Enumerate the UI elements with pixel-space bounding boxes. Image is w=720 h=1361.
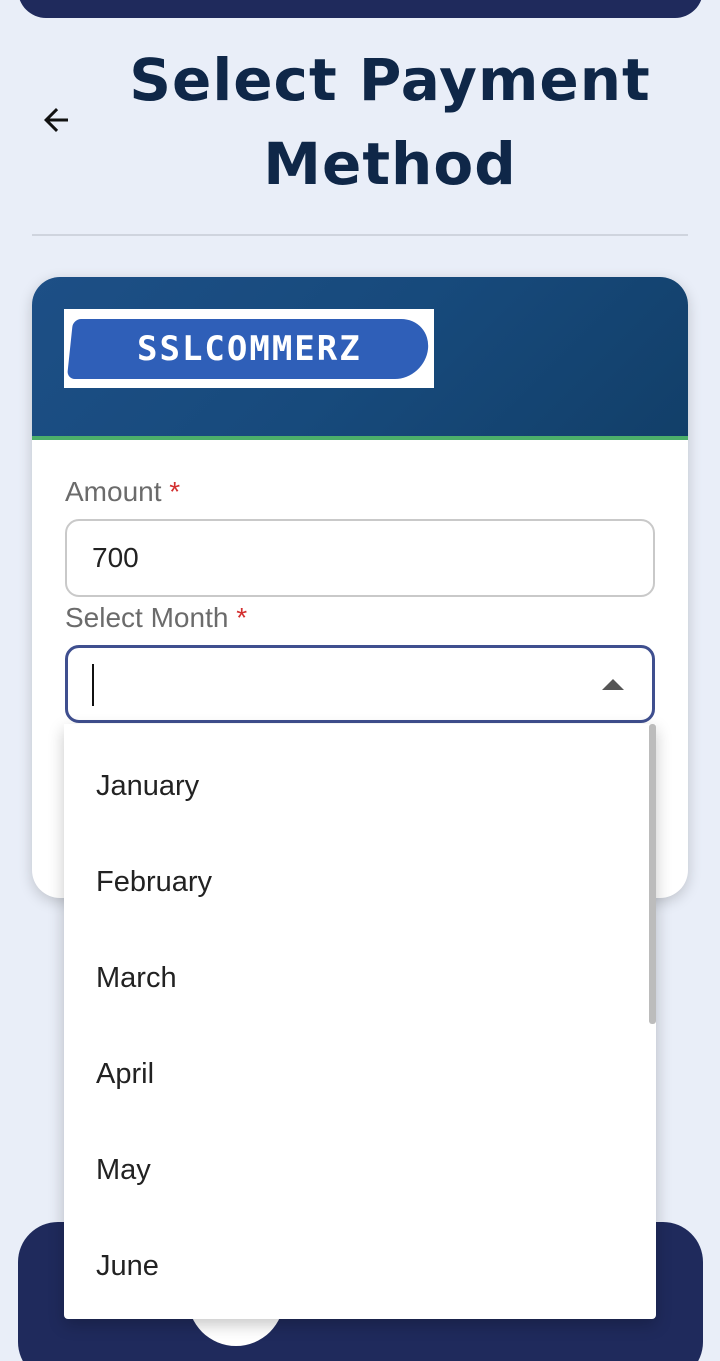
month-dropdown: January February March April May June bbox=[64, 724, 656, 1319]
amount-label: Amount * bbox=[65, 476, 181, 507]
page-title: Select Payment Method bbox=[129, 46, 651, 198]
card-header: SSLCOMMERZ bbox=[32, 277, 688, 440]
arrow-left-icon bbox=[38, 102, 74, 143]
dropdown-scrollbar[interactable] bbox=[649, 724, 656, 1024]
required-mark: * bbox=[169, 476, 181, 507]
back-button[interactable] bbox=[34, 100, 78, 144]
month-option-june[interactable]: June bbox=[64, 1218, 648, 1314]
required-mark: * bbox=[236, 602, 248, 633]
logo-pill: SSLCOMMERZ bbox=[66, 318, 432, 379]
chevron-up-icon[interactable] bbox=[602, 679, 624, 690]
logo-text: SSLCOMMERZ bbox=[136, 328, 362, 369]
text-caret bbox=[92, 664, 94, 706]
month-option-january[interactable]: January bbox=[64, 738, 648, 834]
month-option-may[interactable]: May bbox=[64, 1122, 648, 1218]
month-option-april[interactable]: April bbox=[64, 1026, 648, 1122]
month-option-february[interactable]: February bbox=[64, 834, 648, 930]
month-label: Select Month * bbox=[65, 602, 248, 633]
amount-input[interactable]: 700 bbox=[65, 519, 655, 597]
month-option-march[interactable]: March bbox=[64, 930, 648, 1026]
month-select[interactable] bbox=[65, 645, 655, 723]
sslcommerz-logo: SSLCOMMERZ bbox=[64, 309, 434, 388]
header: Select Payment Method bbox=[0, 0, 720, 236]
amount-value: 700 bbox=[92, 542, 139, 573]
divider bbox=[32, 234, 688, 236]
